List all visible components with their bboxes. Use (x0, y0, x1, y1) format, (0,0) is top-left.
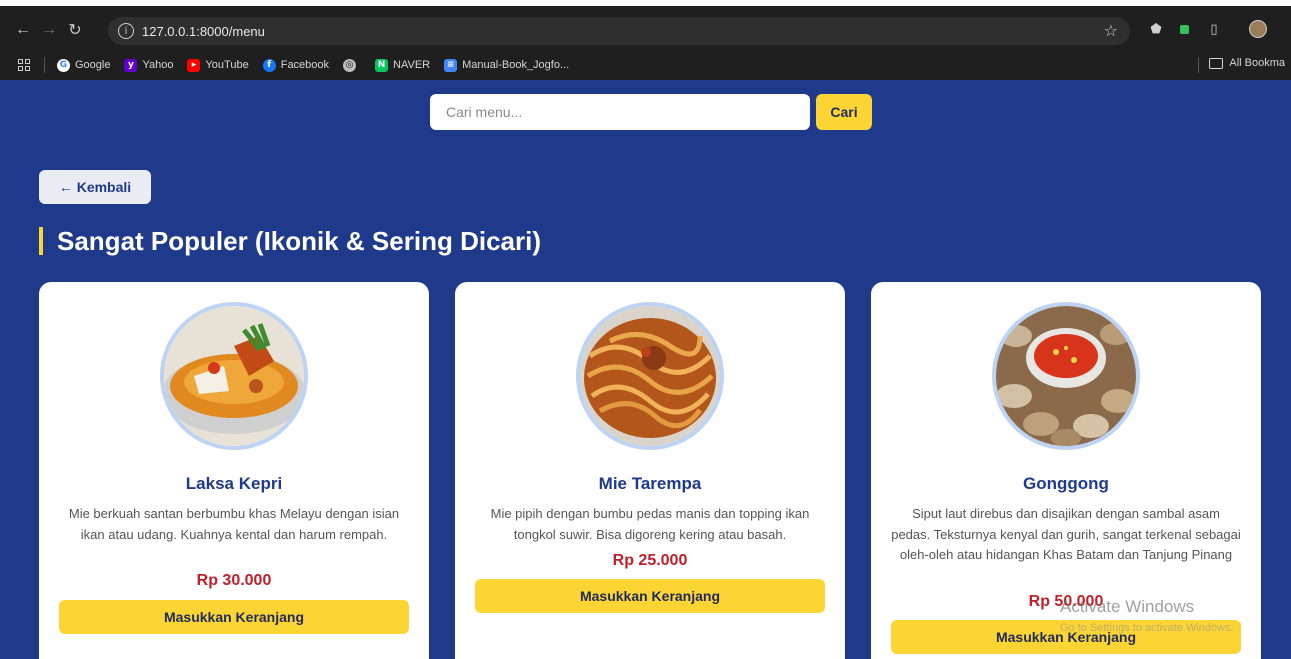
facebook-icon: f (262, 58, 276, 72)
menu-description: Mie pipih dengan bumbu pedas manis dan t… (490, 506, 810, 542)
bookmark-facebook[interactable]: f Facebook (262, 58, 329, 72)
heading-accent-bar (39, 227, 43, 255)
shield-extension-icon[interactable]: ⬟ (1146, 19, 1166, 39)
menu-name: Gonggong (1023, 474, 1109, 493)
add-to-cart-button[interactable]: Masukkan Keranjang (59, 600, 409, 634)
green-extension-icon[interactable] (1174, 19, 1194, 39)
naver-icon: N (375, 58, 389, 72)
menu-description: Siput laut direbus dan disajikan dengan … (891, 506, 1241, 562)
section-heading: Sangat Populer (Ikonik & Sering Dicari) (39, 226, 541, 256)
back-button[interactable]: ← Kembali (39, 170, 151, 204)
gonggong-photo (992, 302, 1140, 450)
add-to-cart-button[interactable]: Masukkan Keranjang (475, 579, 825, 613)
google-icon: G (57, 58, 70, 72)
apps-grid-icon[interactable] (18, 59, 30, 71)
menu-price: Rp 30.000 (196, 572, 272, 589)
youtube-icon: ▸ (187, 58, 201, 72)
activate-windows-watermark: Activate Windows (1060, 597, 1195, 616)
omnibox[interactable]: i 127.0.0.1:8000/menu ☆ (108, 17, 1130, 45)
menu-page: Cari ← Kembali Sangat Populer (Ikonik & … (18, 80, 1281, 659)
menu-name: Laksa Kepri (185, 474, 283, 493)
site-info-icon[interactable]: i (118, 23, 134, 39)
all-bookmarks[interactable]: All Bookma (1209, 57, 1285, 69)
forward-arrow-icon[interactable]: → (36, 17, 62, 43)
folder-icon (1209, 57, 1224, 69)
mie-tarempa-photo (576, 302, 724, 450)
menu-price: Rp 25.000 (612, 552, 688, 569)
address-bar-row: ← → ↻ i 127.0.0.1:8000/menu ☆ ⬟ ▯ (0, 10, 1291, 50)
menu-card: Mie Tarempa Mie pipih dengan bumbu pedas… (455, 282, 845, 659)
activate-windows-subtitle: Go to Settings to activate Windows. (1060, 622, 1234, 634)
menu-name: Mie Tarempa (598, 474, 702, 493)
search-input[interactable] (430, 94, 810, 130)
bookmark-globe[interactable]: ◎ (343, 58, 361, 72)
extensions-puzzle-icon[interactable]: ▯ (1204, 19, 1224, 39)
url-text: 127.0.0.1:8000/menu (142, 23, 265, 39)
tab-strip (0, 0, 1291, 10)
laksa-photo (160, 302, 308, 450)
bookmark-google[interactable]: G Google (57, 58, 110, 72)
menu-description: Mie berkuah santan berbumbu khas Melayu … (68, 506, 400, 542)
menu-card: Laksa Kepri Mie berkuah santan berbumbu … (39, 282, 429, 659)
bookmark-manual-book[interactable]: ≡ Manual-Book_Jogfo... (444, 58, 569, 72)
bookmarks-bar: G Google y Yahoo ▸ YouTube f Facebook ◎ N NAV… (0, 50, 1291, 80)
bookmark-divider (1198, 57, 1199, 73)
bookmark-divider (44, 57, 45, 73)
bookmark-star-icon[interactable]: ☆ (1104, 21, 1118, 40)
bookmark-youtube[interactable]: ▸ YouTube (187, 58, 249, 72)
back-arrow-icon[interactable]: ← (10, 17, 36, 43)
globe-icon: ◎ (343, 58, 357, 72)
yahoo-icon: y (124, 58, 138, 72)
reload-icon[interactable]: ↻ (62, 17, 88, 43)
search-button[interactable]: Cari (816, 94, 872, 130)
docs-icon: ≡ (444, 58, 458, 72)
profile-avatar[interactable] (1248, 19, 1268, 39)
bookmark-yahoo[interactable]: y Yahoo (124, 58, 173, 72)
bookmark-naver[interactable]: N NAVER (375, 58, 430, 72)
